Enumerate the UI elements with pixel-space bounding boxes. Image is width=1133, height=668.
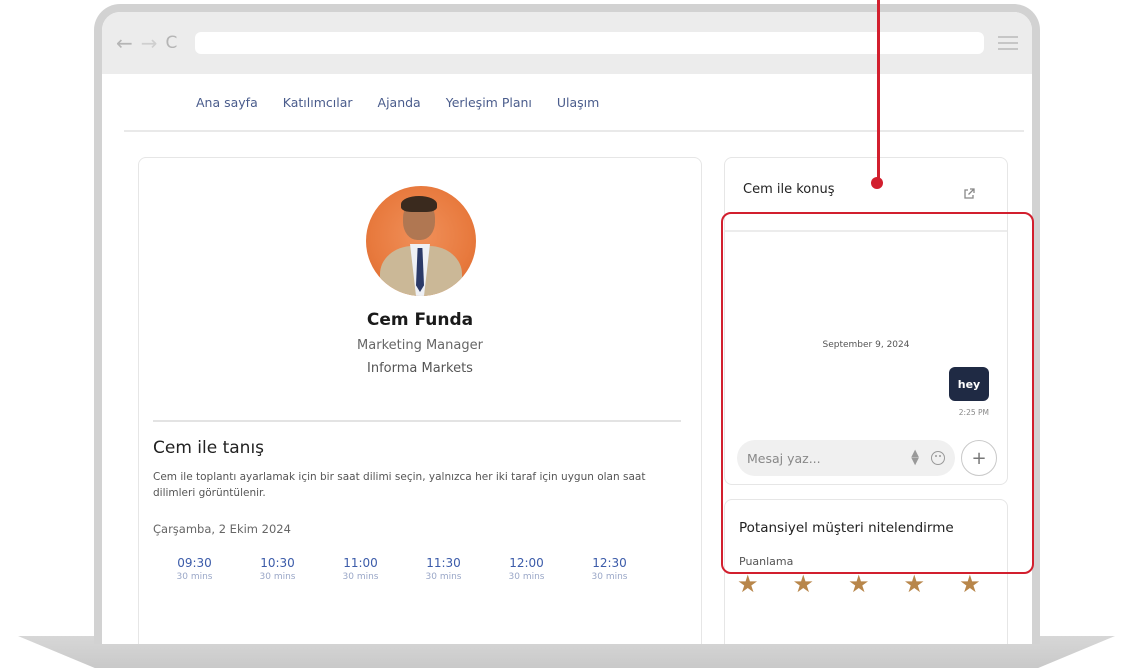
- profile-company: Informa Markets: [367, 361, 473, 376]
- slot-time: 11:30: [426, 556, 461, 570]
- annotation-highlight-box: [721, 212, 1034, 574]
- time-slot[interactable]: 12:00 30 mins: [485, 556, 568, 582]
- star-icon[interactable]: ★: [793, 572, 815, 596]
- slot-duration: 30 mins: [176, 572, 213, 582]
- star-icon[interactable]: ★: [904, 572, 926, 596]
- url-bar[interactable]: [195, 32, 984, 54]
- time-slot[interactable]: 12:30 30 mins: [568, 556, 651, 582]
- slot-time: 10:30: [260, 556, 295, 570]
- divider: [153, 420, 681, 422]
- meeting-date: Çarşamba, 2 Ekim 2024: [153, 522, 291, 536]
- annotation-pointer-line: [877, 0, 880, 182]
- slot-duration: 30 mins: [591, 572, 628, 582]
- reload-icon[interactable]: C: [166, 34, 178, 52]
- nav-item-floor-plan[interactable]: Yerleşim Planı: [446, 95, 532, 110]
- nav-item-home[interactable]: Ana sayfa: [196, 95, 258, 110]
- time-slot[interactable]: 10:30 30 mins: [236, 556, 319, 582]
- nav-item-transportation[interactable]: Ulaşım: [557, 95, 599, 110]
- star-icon[interactable]: ★: [737, 572, 759, 596]
- forward-arrow-icon[interactable]: →: [141, 33, 158, 53]
- time-slot[interactable]: 11:30 30 mins: [402, 556, 485, 582]
- slot-time: 12:30: [592, 556, 627, 570]
- slot-time: 11:00: [343, 556, 378, 570]
- time-slots: 09:30 30 mins 10:30 30 mins 11:00 30 mins 1…: [153, 556, 651, 582]
- slot-time: 12:00: [509, 556, 544, 570]
- slot-duration: 30 mins: [342, 572, 379, 582]
- rating-stars: ★ ★ ★ ★ ★: [737, 572, 981, 596]
- annotation-pointer-dot: [871, 177, 883, 189]
- nav-item-participants[interactable]: Katılımcılar: [283, 95, 353, 110]
- profile-name: Cem Funda: [366, 310, 474, 330]
- slot-duration: 30 mins: [425, 572, 462, 582]
- slot-time: 09:30: [177, 556, 212, 570]
- meeting-title: Cem ile tanış: [153, 438, 265, 458]
- meeting-description: Cem ile toplantı ayarlamak için bir saat…: [153, 471, 646, 499]
- profile-card: Cem Funda Marketing Manager Informa Mark…: [138, 157, 702, 644]
- chat-title: Cem ile konuş: [743, 182, 835, 197]
- top-navigation: Ana sayfa Katılımcılar Ajanda Yerleşim P…: [124, 74, 1024, 132]
- slot-duration: 30 mins: [259, 572, 296, 582]
- time-slot[interactable]: 09:30 30 mins: [153, 556, 236, 582]
- external-link-icon[interactable]: [963, 188, 975, 200]
- avatar: [366, 186, 476, 296]
- back-arrow-icon[interactable]: ←: [116, 33, 133, 53]
- nav-item-agenda[interactable]: Ajanda: [378, 95, 421, 110]
- slot-duration: 30 mins: [508, 572, 545, 582]
- time-slot[interactable]: 11:00 30 mins: [319, 556, 402, 582]
- star-icon[interactable]: ★: [959, 572, 981, 596]
- profile-role: Marketing Manager: [357, 338, 483, 353]
- browser-toolbar: ← → C: [102, 12, 1032, 74]
- hamburger-menu-icon[interactable]: [998, 36, 1018, 50]
- star-icon[interactable]: ★: [848, 572, 870, 596]
